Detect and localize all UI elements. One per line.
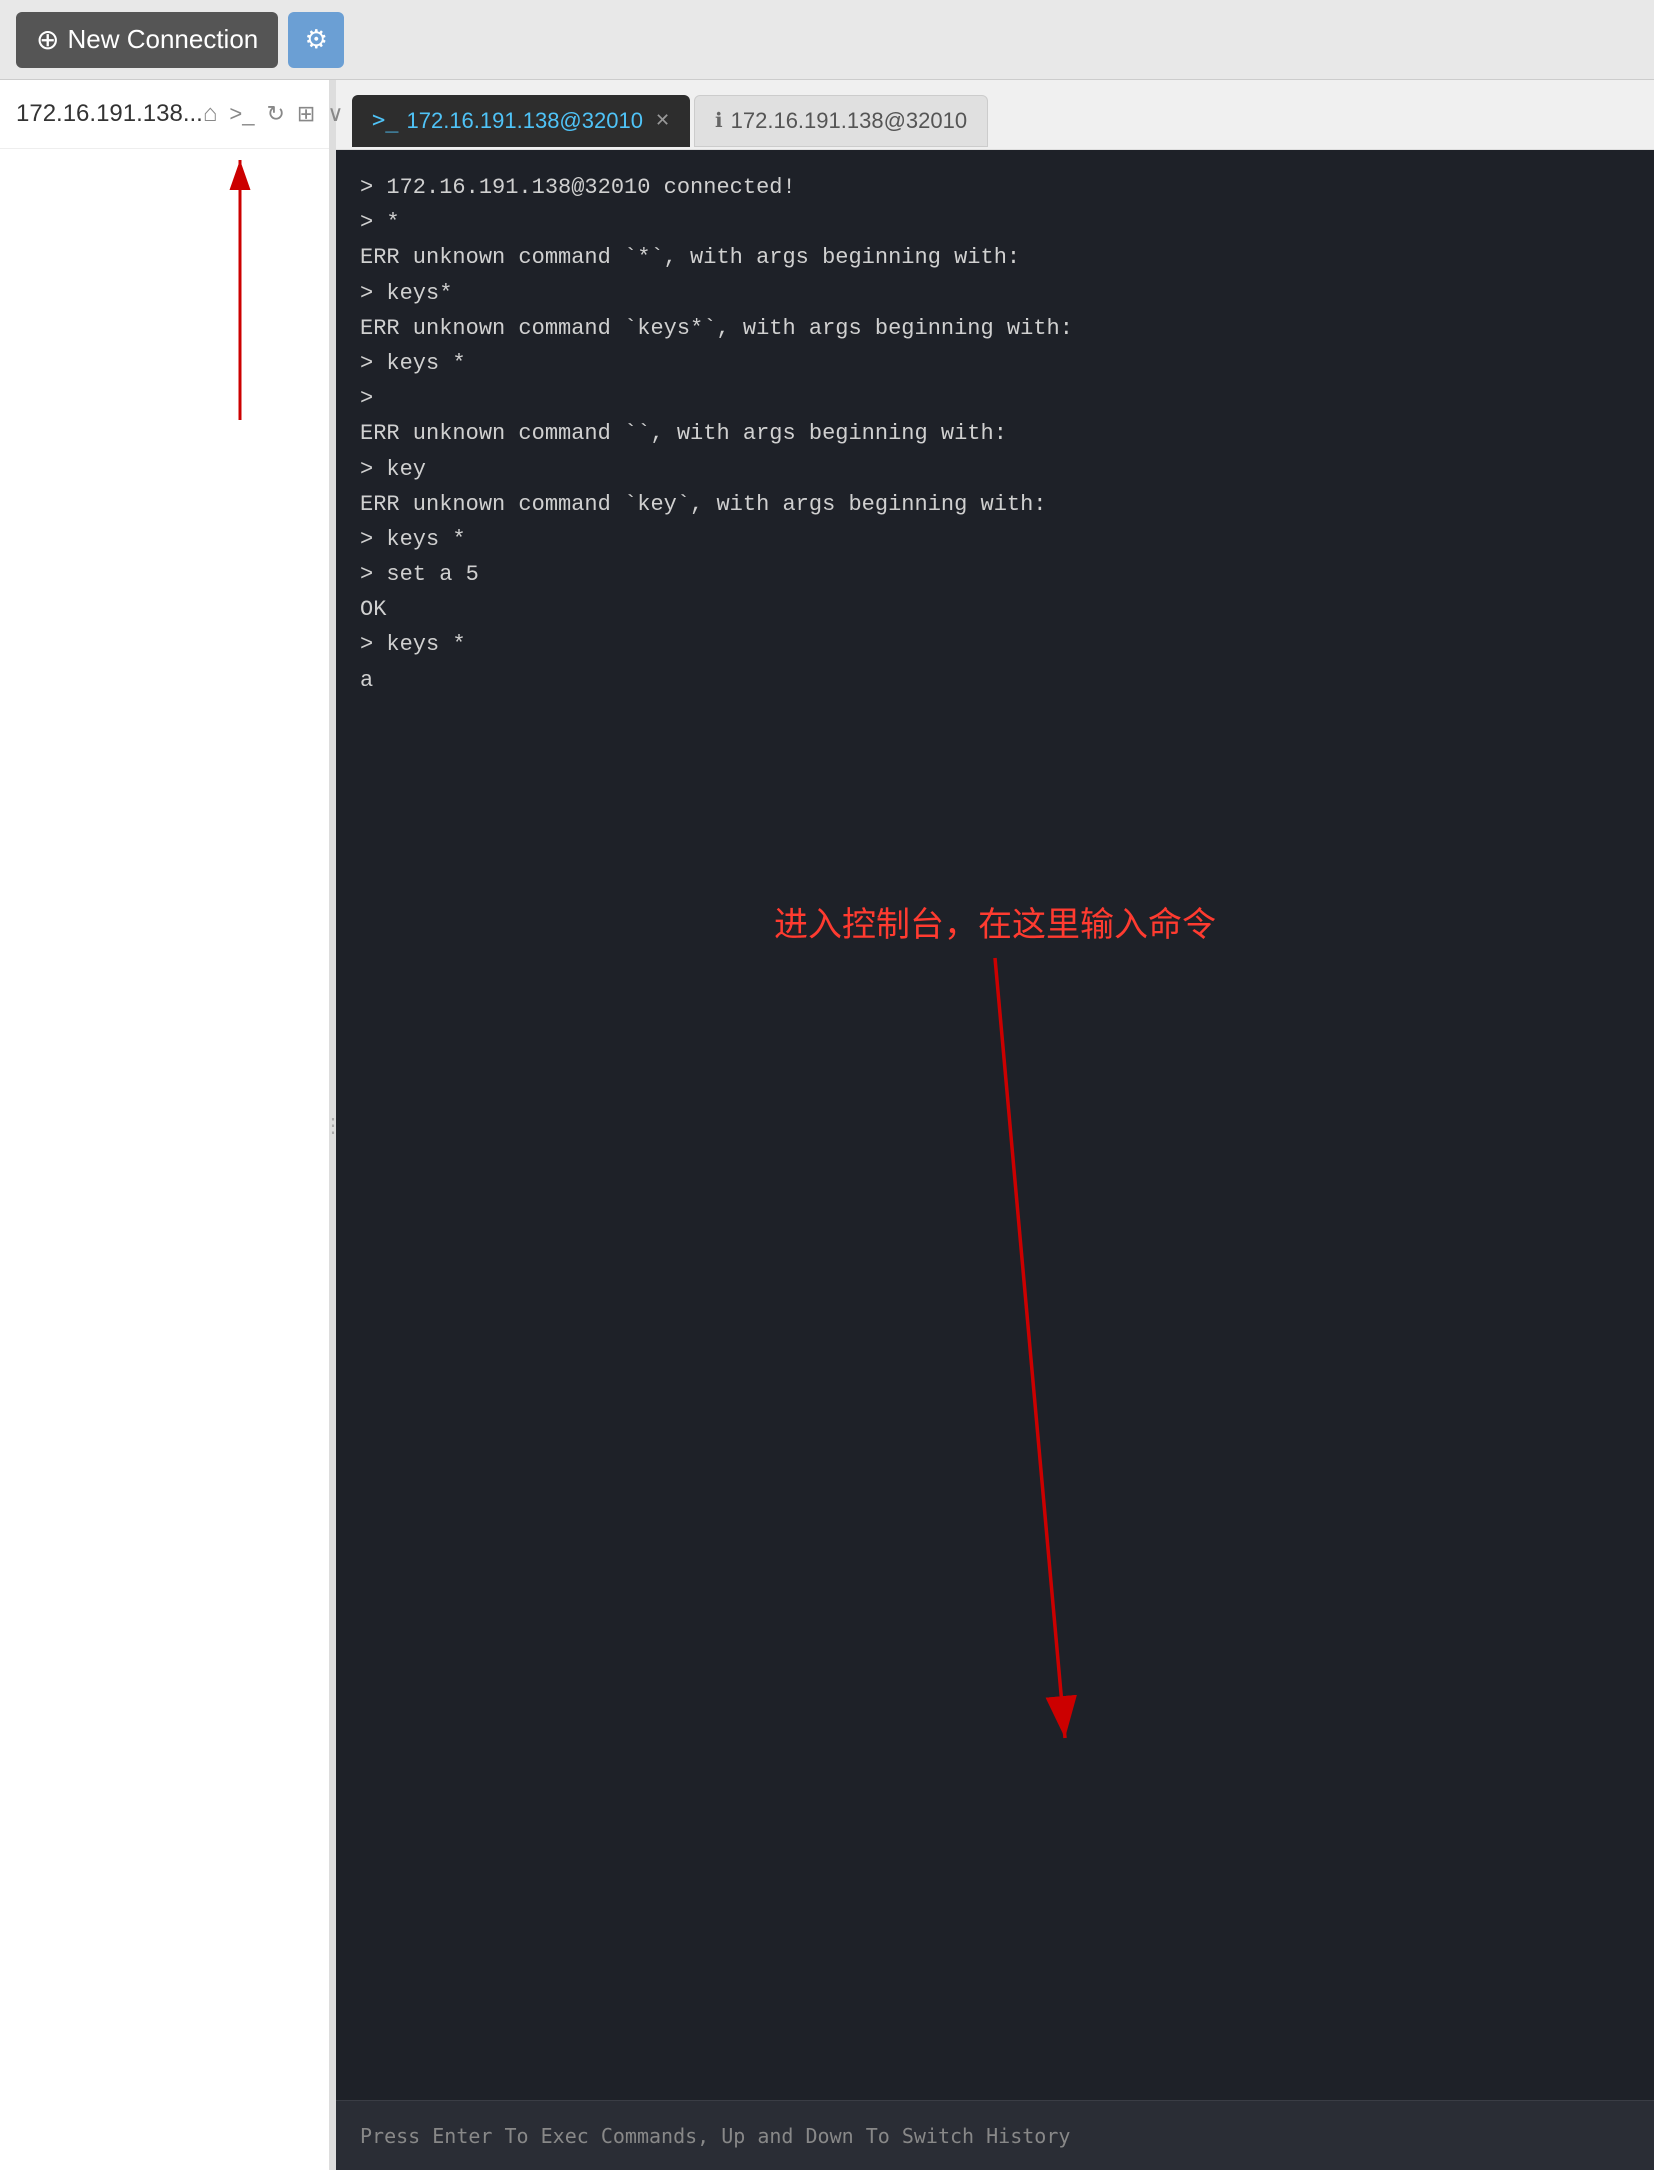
tab-info-icon: ℹ	[715, 108, 723, 133]
new-connection-button[interactable]: ⊕ New Connection	[16, 12, 278, 68]
sidebar: 172.16.191.138... ⌂ >_ ↻ ⊞ ∨	[0, 80, 330, 2170]
terminal-line: ERR unknown command `keys*`, with args b…	[360, 311, 1630, 346]
annotation-arrow	[845, 958, 1145, 1758]
terminal-input-hint: Press Enter To Exec Commands, Up and Dow…	[360, 2124, 1070, 2148]
terminal-line: > set a 5	[360, 557, 1630, 592]
annotation-area: 进入控制台，在这里输入命令	[360, 698, 1630, 1798]
refresh-icon[interactable]: ↻	[266, 101, 284, 127]
settings-button[interactable]: ⚙	[288, 12, 344, 68]
sidebar-toolbar: ⌂ >_ ↻ ⊞ ∨	[203, 100, 344, 128]
terminal-line: OK	[360, 592, 1630, 627]
terminal-icon[interactable]: >_	[229, 101, 254, 127]
plus-icon: ⊕	[36, 23, 59, 56]
tab-info[interactable]: ℹ 172.16.191.138@32010	[694, 95, 988, 147]
terminal-line: a	[360, 663, 1630, 698]
top-bar: ⊕ New Connection ⚙	[0, 0, 1654, 80]
tabs-bar: >_ 172.16.191.138@32010 ✕ ℹ 172.16.191.1…	[336, 80, 1654, 150]
grid-icon[interactable]: ⊞	[297, 101, 315, 127]
terminal-input-bar[interactable]: Press Enter To Exec Commands, Up and Dow…	[336, 2100, 1654, 2170]
content-area: >_ 172.16.191.138@32010 ✕ ℹ 172.16.191.1…	[336, 80, 1654, 2170]
chevron-down-icon[interactable]: ∨	[327, 101, 343, 127]
terminal-line: >	[360, 381, 1630, 416]
terminal-line: ERR unknown command `*`, with args begin…	[360, 240, 1630, 275]
terminal-line: > keys *	[360, 522, 1630, 557]
terminal-line: > key	[360, 452, 1630, 487]
terminal-line: > *	[360, 205, 1630, 240]
annotation-text-label: 进入控制台，在这里输入命令	[774, 898, 1216, 952]
tab-terminal-label: 172.16.191.138@32010	[407, 108, 643, 134]
settings-icon: ⚙	[305, 24, 328, 55]
tab-terminal[interactable]: >_ 172.16.191.138@32010 ✕	[352, 95, 690, 147]
terminal-line: > keys *	[360, 346, 1630, 381]
terminal-line: > keys*	[360, 276, 1630, 311]
terminal-line: > keys *	[360, 627, 1630, 662]
connection-name: 172.16.191.138...	[16, 100, 203, 128]
main-layout: 172.16.191.138... ⌂ >_ ↻ ⊞ ∨ >_	[0, 80, 1654, 2170]
terminal-line: ERR unknown command ``, with args beginn…	[360, 416, 1630, 451]
terminal-output: > 172.16.191.138@32010 connected! > * ER…	[336, 150, 1654, 2100]
tab-info-label: 172.16.191.138@32010	[731, 108, 967, 134]
home-icon[interactable]: ⌂	[203, 100, 218, 128]
new-connection-label: New Connection	[67, 24, 258, 55]
tab-terminal-prefix: >_	[372, 108, 399, 133]
terminal-line: ERR unknown command `key`, with args beg…	[360, 487, 1630, 522]
sidebar-annotation-arrow	[190, 140, 290, 440]
terminal-line: > 172.16.191.138@32010 connected!	[360, 170, 1630, 205]
sidebar-connection-item[interactable]: 172.16.191.138... ⌂ >_ ↻ ⊞ ∨	[0, 80, 329, 149]
tab-terminal-close[interactable]: ✕	[655, 110, 670, 131]
